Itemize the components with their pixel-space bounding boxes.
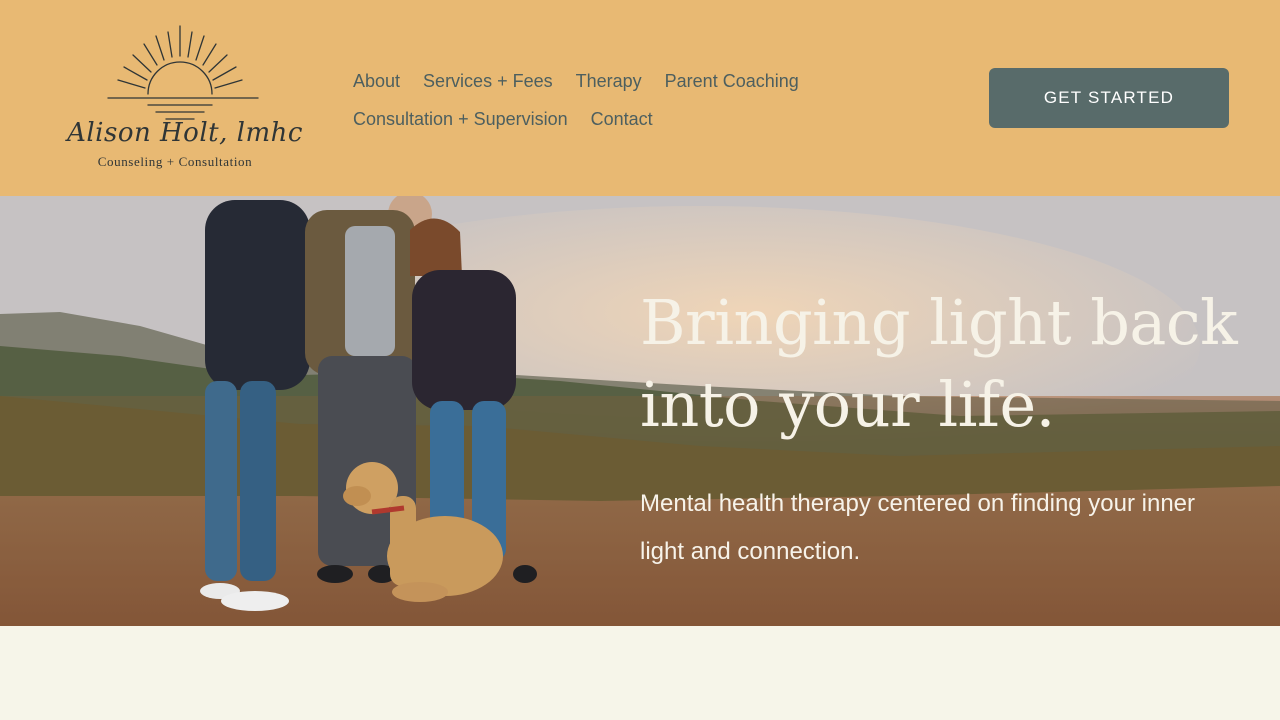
hero-subtitle: Mental health therapy centered on findin… (640, 490, 1196, 565)
hero-title: Bringing light back into your life. (640, 282, 1240, 446)
nav-link-consultation-supervision[interactable]: Consultation + Supervision (353, 109, 568, 130)
logo[interactable]: Alison Holt, lmhc Counseling + Consultat… (60, 22, 310, 172)
nav-link-parent-coaching[interactable]: Parent Coaching (665, 71, 799, 92)
hero-section: Bringing light back into your life. Ment… (0, 196, 1280, 626)
hero-text: Bringing light back into your life. Ment… (640, 282, 1240, 576)
site-header: Alison Holt, lmhc Counseling + Consultat… (0, 0, 1280, 196)
nav-row-1: About Services + Fees Therapy Parent Coa… (353, 62, 823, 100)
brand-name: Alison Holt, lmhc (67, 118, 303, 148)
hero-title-line-2: into your life. (640, 368, 1055, 441)
sunrise-logo-icon (107, 25, 259, 120)
hero-title-line-1: Bringing light back (640, 286, 1238, 359)
nav-link-contact[interactable]: Contact (591, 109, 653, 130)
nav-row-2: Consultation + Supervision Contact (353, 100, 823, 138)
nav-link-therapy[interactable]: Therapy (576, 71, 642, 92)
nav-link-about[interactable]: About (353, 71, 400, 92)
get-started-button[interactable]: GET STARTED (989, 68, 1229, 128)
nav-link-services-fees[interactable]: Services + Fees (423, 71, 553, 92)
main-nav: About Services + Fees Therapy Parent Coa… (353, 62, 823, 138)
page-content-band (0, 626, 1280, 720)
brand-tagline: Counseling + Consultation (97, 154, 253, 169)
